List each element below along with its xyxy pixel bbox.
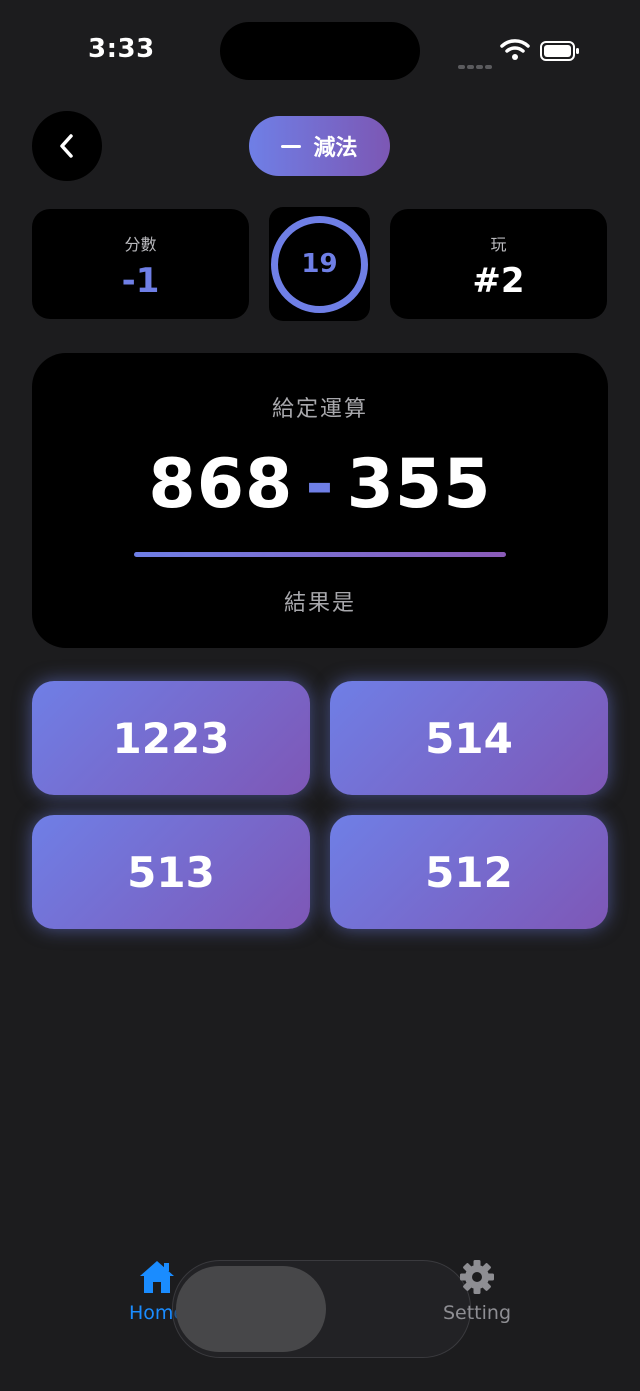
timer-card: 19 bbox=[269, 207, 370, 321]
chevron-left-icon bbox=[60, 134, 73, 158]
timer-value: 19 bbox=[301, 249, 338, 279]
back-button[interactable] bbox=[32, 111, 102, 181]
mode-label: 減法 bbox=[313, 136, 358, 161]
operation-mode-pill[interactable]: 減法 bbox=[249, 116, 390, 176]
question-card: 給定運算 868-355 結果是 bbox=[32, 353, 608, 648]
score-caption: 分數 bbox=[124, 235, 157, 254]
battery-icon bbox=[540, 41, 579, 61]
result-label: 結果是 bbox=[283, 591, 356, 616]
operator: - bbox=[305, 445, 335, 524]
dynamic-island bbox=[220, 22, 420, 80]
gear-icon bbox=[460, 1260, 494, 1294]
operand-b: 355 bbox=[346, 445, 492, 524]
expression: 868-355 bbox=[32, 445, 608, 524]
score-card: 分數 -1 bbox=[32, 209, 249, 319]
play-caption: 玩 bbox=[490, 235, 507, 254]
given-operation-label: 給定運算 bbox=[271, 397, 368, 422]
status-bar: 3:33 bbox=[0, 0, 640, 100]
house-icon bbox=[140, 1261, 174, 1293]
minus-icon bbox=[281, 144, 302, 148]
tab-setting-label: Setting bbox=[442, 1302, 512, 1324]
play-value: #2 bbox=[472, 261, 525, 301]
tab-selection-slider[interactable] bbox=[176, 1266, 326, 1352]
status-time: 3:33 bbox=[88, 34, 155, 64]
play-card: 玩 #2 bbox=[390, 209, 607, 319]
cellular-signal-icon bbox=[458, 54, 494, 73]
answer-option-4[interactable]: 512 bbox=[330, 815, 608, 929]
answer-option-3[interactable]: 513 bbox=[32, 815, 310, 929]
answer-option-2[interactable]: 514 bbox=[330, 681, 608, 795]
score-value: -1 bbox=[121, 261, 160, 301]
tab-bar: Home Setting bbox=[0, 1250, 640, 1391]
operand-a: 868 bbox=[148, 445, 294, 524]
answer-option-1[interactable]: 1223 bbox=[32, 681, 310, 795]
wifi-icon bbox=[500, 39, 530, 60]
divider bbox=[134, 552, 506, 557]
tab-setting[interactable]: Setting bbox=[417, 1258, 537, 1324]
